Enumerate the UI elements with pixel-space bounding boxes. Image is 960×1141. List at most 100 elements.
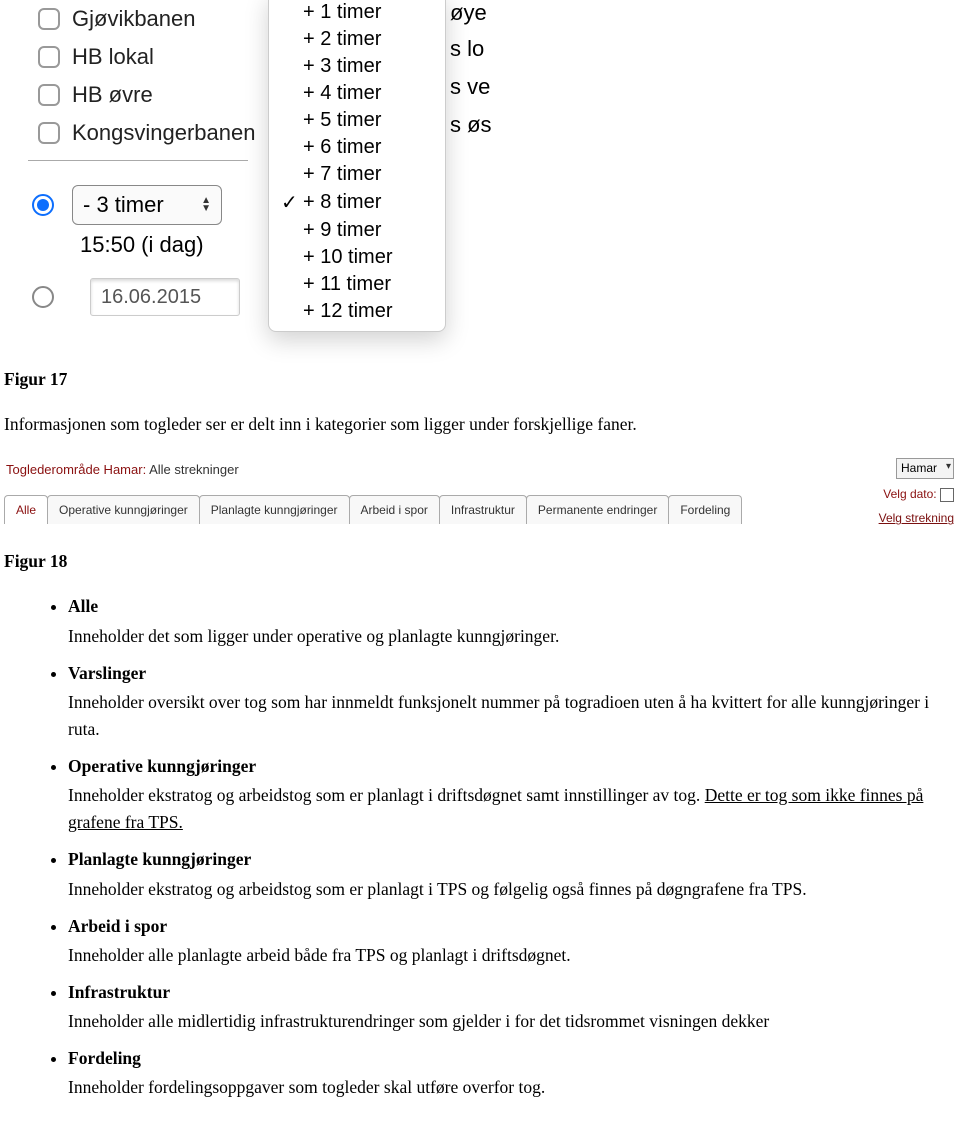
radio-icon[interactable] <box>32 194 54 216</box>
route-checkbox-row[interactable]: HB lokal <box>38 38 255 76</box>
resolved-time-label: 15:50 (i dag) <box>80 232 204 258</box>
radio-row-date[interactable]: 16.06.2015 <box>32 278 240 316</box>
select-value: - 3 timer <box>83 192 164 218</box>
desc-text: Inneholder ekstratog og arbeidstog som e… <box>68 785 705 805</box>
tab-operative[interactable]: Operative kunngjøringer <box>47 495 200 525</box>
list-item: Varslinger Inneholder oversikt over tog … <box>68 660 956 743</box>
list-item: Arbeid i spor Inneholder alle planlagte … <box>68 913 956 969</box>
term: Arbeid i spor <box>68 916 167 936</box>
term: Infrastruktur <box>68 982 170 1002</box>
desc: Inneholder oversikt over tog som har inn… <box>68 689 956 743</box>
checkbox-icon[interactable] <box>38 84 60 106</box>
list-item: Operative kunngjøringer Inneholder ekstr… <box>68 753 956 836</box>
option-label: + 4 timer <box>303 82 381 105</box>
option-label: + 2 timer <box>303 28 381 51</box>
dropdown-option[interactable]: ✓+ 8 timer <box>269 188 445 217</box>
desc: Inneholder fordelingsoppgaver som togled… <box>68 1074 956 1101</box>
dropdown-option[interactable]: + 11 timer <box>269 271 445 298</box>
date-value: 16.06.2015 <box>101 286 201 309</box>
ui-screenshot-tabs: Toglederområde Hamar: Alle strekninger H… <box>4 458 956 534</box>
right-controls: Hamar Velg dato: Velg strekning <box>879 458 954 528</box>
checkbox-label: HB lokal <box>72 44 154 70</box>
term: Varslinger <box>68 663 146 683</box>
list-item: Planlagte kunngjøringer Inneholder ekstr… <box>68 846 956 902</box>
desc: Inneholder det som ligger under operativ… <box>68 623 956 650</box>
checkbox-label: Kongsvingerbanen <box>72 120 255 146</box>
checkbox-label: Gjøvikbanen <box>72 6 196 32</box>
obscured-text: s lo <box>450 36 492 66</box>
area-title-value: Alle strekninger <box>149 462 239 477</box>
select-route-link[interactable]: Velg strekning <box>879 511 954 525</box>
time-offset-dropdown[interactable]: + 1 timer + 2 timer + 3 timer + 4 timer … <box>268 0 446 332</box>
obscured-text: s ve <box>450 74 492 104</box>
option-label: + 7 timer <box>303 163 381 186</box>
option-label: + 8 timer <box>303 191 381 214</box>
area-title: Toglederområde Hamar: Alle strekninger <box>6 460 239 480</box>
checkbox-icon[interactable] <box>38 122 60 144</box>
document-body: Figur 17 Informasjonen som togleder ser … <box>0 350 960 1141</box>
option-label: + 1 timer <box>303 1 381 24</box>
option-label: + 5 timer <box>303 109 381 132</box>
dropdown-option[interactable]: + 12 timer <box>269 298 445 325</box>
desc: Inneholder ekstratog og arbeidstog som e… <box>68 782 956 836</box>
date-picker-icon[interactable] <box>940 488 954 502</box>
option-label: + 11 timer <box>303 273 391 296</box>
dropdown-option[interactable]: + 3 timer <box>269 53 445 80</box>
obscured-text-column: øye s lo s ve s øs <box>450 0 492 142</box>
option-label: + 12 timer <box>303 300 392 323</box>
time-radio-group: - 3 timer ▲▼ <box>32 185 222 239</box>
term: Alle <box>68 596 98 616</box>
date-label: Velg dato: <box>883 487 936 501</box>
term: Planlagte kunngjøringer <box>68 849 251 869</box>
figure-caption-17: Figur 17 <box>4 366 956 393</box>
route-checkbox-row[interactable]: Gjøvikbanen <box>38 0 255 38</box>
list-item: Alle Inneholder det som ligger under ope… <box>68 593 956 649</box>
obscured-text: øye <box>450 0 492 30</box>
divider <box>28 160 248 161</box>
list-item: Infrastruktur Inneholder alle midlertidi… <box>68 979 956 1035</box>
dropdown-option[interactable]: + 7 timer <box>269 161 445 188</box>
checkbox-label: HB øvre <box>72 82 153 108</box>
dropdown-option[interactable]: + 2 timer <box>269 26 445 53</box>
ui-screenshot-top: Gjøvikbanen HB lokal HB øvre Kongsvinger… <box>0 0 500 350</box>
radio-icon[interactable] <box>32 286 54 308</box>
dropdown-option[interactable]: + 10 timer <box>269 244 445 271</box>
tab-fordeling[interactable]: Fordeling <box>668 495 742 525</box>
dropdown-option[interactable]: + 4 timer <box>269 80 445 107</box>
radio-row-relative[interactable]: - 3 timer ▲▼ <box>32 185 222 225</box>
tab-arbeid-i-spor[interactable]: Arbeid i spor <box>349 495 440 525</box>
tab-permanente[interactable]: Permanente endringer <box>526 495 669 525</box>
dropdown-option[interactable]: + 1 timer <box>269 0 445 26</box>
tab-planlagte[interactable]: Planlagte kunngjøringer <box>199 495 350 525</box>
checkbox-icon[interactable] <box>38 46 60 68</box>
route-checkbox-row[interactable]: Kongsvingerbanen <box>38 114 255 152</box>
intro-paragraph: Informasjonen som togleder ser er delt i… <box>4 411 956 438</box>
tab-alle[interactable]: Alle <box>4 495 48 525</box>
figure-caption-18: Figur 18 <box>4 548 956 575</box>
stepper-icon[interactable]: ▲▼ <box>201 197 211 213</box>
desc: Inneholder alle midlertidig infrastruktu… <box>68 1008 956 1035</box>
dropdown-option[interactable]: + 6 timer <box>269 134 445 161</box>
category-list: Alle Inneholder det som ligger under ope… <box>4 593 956 1101</box>
term: Fordeling <box>68 1048 141 1068</box>
option-label: + 3 timer <box>303 55 381 78</box>
desc: Inneholder ekstratog og arbeidstog som e… <box>68 876 956 903</box>
route-checkbox-list: Gjøvikbanen HB lokal HB øvre Kongsvinger… <box>38 0 255 152</box>
area-select-value: Hamar <box>901 461 937 475</box>
option-label: + 10 timer <box>303 246 392 269</box>
tab-strip: Alle Operative kunngjøringer Planlagte k… <box>4 495 741 525</box>
option-label: + 9 timer <box>303 219 381 242</box>
route-checkbox-row[interactable]: HB øvre <box>38 76 255 114</box>
check-icon: ✓ <box>281 190 303 215</box>
date-input[interactable]: 16.06.2015 <box>90 278 240 316</box>
desc: Inneholder alle planlagte arbeid både fr… <box>68 942 956 969</box>
area-select[interactable]: Hamar <box>896 458 954 479</box>
checkbox-icon[interactable] <box>38 8 60 30</box>
tab-infrastruktur[interactable]: Infrastruktur <box>439 495 527 525</box>
time-offset-select[interactable]: - 3 timer ▲▼ <box>72 185 222 225</box>
dropdown-option[interactable]: + 9 timer <box>269 217 445 244</box>
obscured-text: s øs <box>450 112 492 142</box>
dropdown-option[interactable]: + 5 timer <box>269 107 445 134</box>
term: Operative kunngjøringer <box>68 756 256 776</box>
area-title-label: Toglederområde Hamar: <box>6 462 146 477</box>
